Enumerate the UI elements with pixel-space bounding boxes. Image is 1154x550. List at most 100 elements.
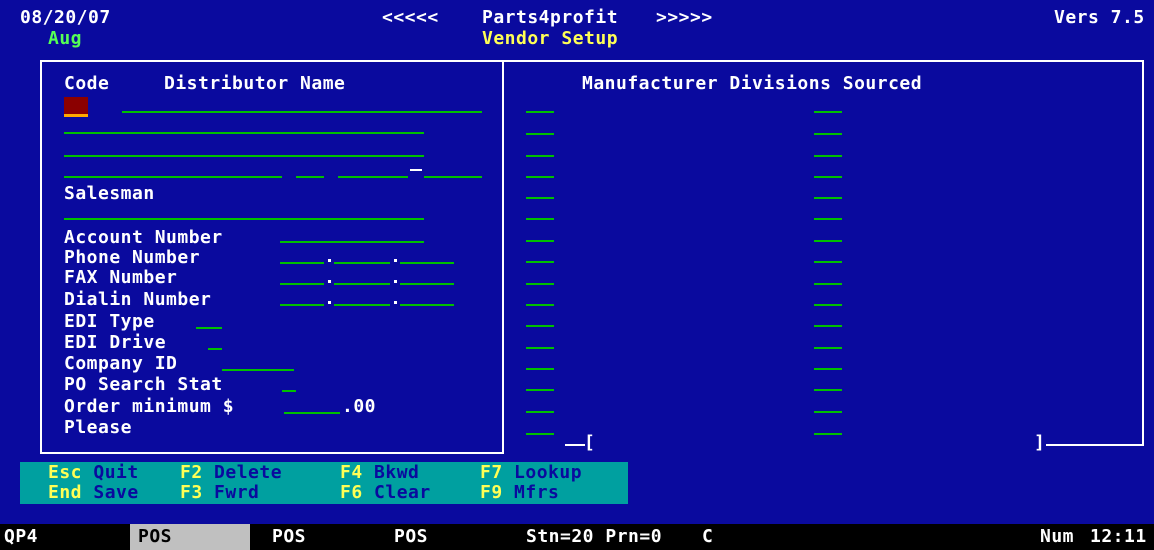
fkey-name: F2 <box>180 462 203 483</box>
mfr-division-field[interactable] <box>814 261 842 263</box>
mfr-division-field[interactable] <box>526 197 554 199</box>
fkey-name: F4 <box>340 462 363 483</box>
fkey-label: Bkwd <box>374 462 420 483</box>
right-panel-right-border <box>1142 60 1144 445</box>
phone-separator-1 <box>328 259 331 262</box>
right-panel-bottom-right-border <box>1046 444 1144 446</box>
num-lock-indicator: Num <box>1040 526 1075 547</box>
company-id-label: Company ID <box>64 353 178 374</box>
fkey-name: End <box>48 482 83 503</box>
mfr-division-field[interactable] <box>526 389 554 391</box>
fkey-esc-quit[interactable]: Esc Quit <box>48 463 139 483</box>
mfr-division-field[interactable] <box>526 283 554 285</box>
mfr-division-field[interactable] <box>814 389 842 391</box>
fkey-name: Esc <box>48 462 83 483</box>
mfr-division-field[interactable] <box>814 176 842 178</box>
mfr-division-field[interactable] <box>814 411 842 413</box>
mfr-division-field[interactable] <box>526 111 554 113</box>
fkey-name: F7 <box>480 462 503 483</box>
mfr-division-field[interactable] <box>814 283 842 285</box>
please-label: Please <box>64 417 133 438</box>
order-minimum-field[interactable] <box>284 412 340 414</box>
city-field[interactable] <box>64 176 282 178</box>
mfr-division-field[interactable] <box>814 325 842 327</box>
mfr-division-field[interactable] <box>814 240 842 242</box>
distributor-name-label: Distributor Name <box>164 73 346 94</box>
distributor-name-field[interactable] <box>122 111 482 113</box>
dialin-area-field[interactable] <box>280 304 324 306</box>
state-field[interactable] <box>296 176 324 178</box>
month-display: Aug <box>48 28 83 49</box>
phone-prefix-field[interactable] <box>334 262 390 264</box>
mfr-division-field[interactable] <box>526 347 554 349</box>
phone-line-field[interactable] <box>400 262 454 264</box>
fkey-f9-mfrs[interactable]: F9 Mfrs <box>480 483 559 503</box>
pos-session-3[interactable]: POS <box>394 527 428 547</box>
right-panel-bottom-left-border <box>565 444 585 446</box>
fkey-label: Lookup <box>514 462 583 483</box>
fkey-label: Quit <box>93 462 139 483</box>
mfr-division-field[interactable] <box>526 155 554 157</box>
phone-number-label: Phone Number <box>64 247 201 268</box>
mfr-division-field[interactable] <box>814 133 842 135</box>
fax-prefix-field[interactable] <box>334 283 390 285</box>
zip-field[interactable] <box>338 176 408 178</box>
order-minimum-label: Order minimum $ <box>64 396 235 417</box>
dialin-prefix-field[interactable] <box>334 304 390 306</box>
mfr-division-field[interactable] <box>526 325 554 327</box>
fkey-label: Mfrs <box>514 482 560 503</box>
fkey-label: Clear <box>374 482 431 503</box>
mfr-division-field[interactable] <box>526 433 554 435</box>
dialin-number-label: Dialin Number <box>64 289 212 310</box>
address-line-2-field[interactable] <box>64 155 424 157</box>
mfr-division-field[interactable] <box>814 218 842 220</box>
terminal-screen: 08/20/07 Aug <<<<< Parts4profit >>>>> Ve… <box>0 0 1154 550</box>
phone-area-field[interactable] <box>280 262 324 264</box>
fkey-f2-delete[interactable]: F2 Delete <box>180 463 282 483</box>
manufacturer-divisions-title: Manufacturer Divisions Sourced <box>582 73 923 94</box>
account-number-label: Account Number <box>64 227 223 248</box>
fkey-f4-bkwd[interactable]: F4 Bkwd <box>340 463 419 483</box>
mfr-division-field[interactable] <box>526 133 554 135</box>
mfr-division-field[interactable] <box>526 411 554 413</box>
edi-type-field[interactable] <box>196 327 222 329</box>
edi-drive-field[interactable] <box>208 348 222 350</box>
dialin-line-field[interactable] <box>400 304 454 306</box>
edi-type-label: EDI Type <box>64 311 155 332</box>
mfr-division-field[interactable] <box>814 197 842 199</box>
address-line-1-field[interactable] <box>64 132 424 134</box>
fkey-f3-fwrd[interactable]: F3 Fwrd <box>180 483 259 503</box>
account-number-field[interactable] <box>280 241 424 243</box>
fkey-label: Delete <box>214 462 283 483</box>
fkey-f6-clear[interactable]: F6 Clear <box>340 483 431 503</box>
pos-session-1[interactable]: POS <box>138 527 172 547</box>
mfr-division-field[interactable] <box>526 176 554 178</box>
mfr-division-field[interactable] <box>526 261 554 263</box>
mfr-division-field[interactable] <box>814 368 842 370</box>
po-search-stat-field[interactable] <box>282 390 296 392</box>
station-printer-status: Stn=20 Prn=0 <box>526 526 663 547</box>
mfr-division-field[interactable] <box>814 433 842 435</box>
fax-line-field[interactable] <box>400 283 454 285</box>
fax-area-field[interactable] <box>280 283 324 285</box>
mfr-division-field[interactable] <box>526 304 554 306</box>
clock: 12:11 <box>1090 526 1147 547</box>
edi-drive-label: EDI Drive <box>64 332 167 353</box>
salesman-field[interactable] <box>64 218 424 220</box>
pos-session-2[interactable]: POS <box>272 527 306 547</box>
mfr-division-field[interactable] <box>814 304 842 306</box>
mfr-division-field[interactable] <box>526 240 554 242</box>
mfr-division-field[interactable] <box>526 368 554 370</box>
mfr-division-field[interactable] <box>526 218 554 220</box>
mfr-division-field[interactable] <box>814 155 842 157</box>
right-panel-top-border <box>504 60 1144 62</box>
company-id-field[interactable] <box>222 369 294 371</box>
mfr-division-field[interactable] <box>814 347 842 349</box>
code-field[interactable] <box>64 97 88 117</box>
zip-extension-field[interactable] <box>424 176 482 178</box>
app-name: Parts4profit <box>482 7 619 28</box>
fkey-end-save[interactable]: End Save <box>48 483 139 503</box>
fkey-f7-lookup[interactable]: F7 Lookup <box>480 463 582 483</box>
fax-number-label: FAX Number <box>64 267 178 288</box>
mfr-division-field[interactable] <box>814 111 842 113</box>
